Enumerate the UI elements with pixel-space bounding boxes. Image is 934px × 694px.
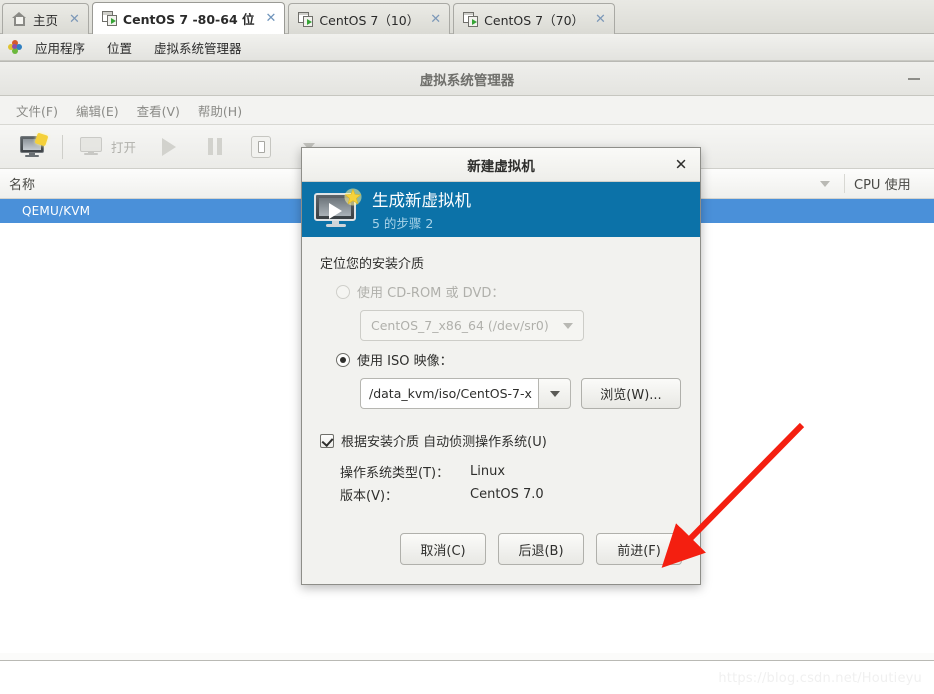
tab-home[interactable]: 主页 ✕ [2,3,89,34]
monitor-icon [80,137,104,156]
menu-help[interactable]: 帮助(H) [190,98,250,123]
applications-icon [8,40,22,54]
cdrom-radio-row[interactable]: 使用 CD-ROM 或 DVD： [320,282,682,301]
iso-radio[interactable] [336,352,350,367]
minimize-icon[interactable] [908,77,920,80]
banner-heading: 生成新虚拟机 [372,191,471,210]
play-icon [162,137,177,156]
vm-icon [298,11,314,27]
os-type-label: 操作系统类型(T)： [340,466,450,481]
pause-icon [208,138,223,155]
window-title: 虚拟系统管理器 [419,72,515,89]
tab-centos7-80-64[interactable]: CentOS 7 -80-64 位 ✕ [91,2,286,34]
shutdown-vm-button[interactable] [238,129,284,165]
iso-path-row: /data_kvm/iso/CentOS-7-x 浏览(W)... [320,378,682,409]
close-icon[interactable]: ✕ [672,157,690,172]
open-vm-button[interactable] [69,129,115,165]
new-vm-dialog: 新建虚拟机 ✕ 生成新虚拟机 5 的步骤 2 定位您的安装介质 使用 CD-RO… [301,147,701,585]
autodetect-checkbox[interactable] [320,433,334,448]
home-icon [12,12,27,26]
cdrom-device-combo[interactable]: CentOS_7_x86_64 (/dev/sr0) [360,310,584,341]
caret-down-icon [563,322,573,329]
new-vm-button[interactable] [10,129,56,165]
vm-icon [463,11,479,27]
shutdown-icon [251,135,272,158]
browser-tab-strip: 主页 ✕ CentOS 7 -80-64 位 ✕ CentOS 7（10） ✕ … [0,0,934,34]
banner-step: 5 的步骤 2 [372,216,434,231]
toolbar-separator [62,134,63,159]
tab-close-icon[interactable]: ✕ [266,12,277,25]
cancel-button[interactable]: 取消(C) [400,533,486,565]
iso-radio-row[interactable]: 使用 ISO 映像： [320,350,682,369]
browse-button[interactable]: 浏览(W)... [581,378,681,409]
new-vm-icon [20,132,49,158]
tab-label: CentOS 7（70） [484,12,585,28]
menu-file[interactable]: 文件(F) [8,98,66,123]
banner-text: 生成新虚拟机 5 的步骤 2 [372,187,471,232]
panel-item-applications[interactable]: 应用程序 [24,38,96,57]
tab-close-icon[interactable]: ✕ [69,13,80,26]
desktop-panel: 应用程序 位置 虚拟系统管理器 [0,34,934,61]
section-label: 定位您的安装介质 [320,257,425,272]
iso-path-input[interactable]: /data_kvm/iso/CentOS-7-x [360,378,538,409]
window-titlebar: 虚拟系统管理器 [0,62,934,96]
screen: 主页 ✕ CentOS 7 -80-64 位 ✕ CentOS 7（10） ✕ … [0,0,934,694]
caret-down-icon[interactable] [820,180,830,187]
iso-radio-label: 使用 ISO 映像： [357,354,453,369]
cdrom-radio[interactable] [336,284,350,299]
os-version-label: 版本(V)： [340,489,399,504]
menu-view[interactable]: 查看(V) [129,98,188,123]
tab-label: CentOS 7 -80-64 位 [122,12,255,27]
watermark: https://blog.csdn.net/Houtieyu [718,671,922,686]
dialog-title: 新建虚拟机 [467,158,535,175]
connection-name: QEMU/KVM [22,204,91,218]
pause-vm-button[interactable] [192,129,238,165]
back-button[interactable]: 后退(B) [498,533,584,565]
iso-history-dropdown[interactable] [538,378,571,409]
tab-close-icon[interactable]: ✕ [430,13,441,26]
cdrom-device-row: CentOS_7_x86_64 (/dev/sr0) [320,310,682,341]
cdrom-device-value: CentOS_7_x86_64 (/dev/sr0) [371,318,549,333]
open-label: 打开 [111,140,137,155]
dialog-footer: 取消(C) 后退(B) 前进(F) [302,526,700,584]
os-version-value: CentOS 7.0 [470,487,544,502]
dialog-banner: 生成新虚拟机 5 的步骤 2 [302,182,700,237]
vm-icon [101,11,117,26]
tab-centos7-10[interactable]: CentOS 7（10） ✕ [288,3,451,34]
tab-label: 主页 [33,12,59,28]
autodetect-row[interactable]: 根据安装介质 自动侦测操作系统(U) [320,431,682,450]
new-vm-large-icon [314,187,362,229]
iso-path-value: /data_kvm/iso/CentOS-7-x [369,386,532,401]
star-icon [344,187,362,206]
tab-label: CentOS 7（10） [319,12,420,28]
tab-centos7-70[interactable]: CentOS 7（70） ✕ [453,3,615,34]
panel-item-places[interactable]: 位置 [96,38,143,57]
run-vm-button[interactable] [146,129,192,165]
panel-item-virt-manager[interactable]: 虚拟系统管理器 [143,38,253,57]
tab-close-icon[interactable]: ✕ [595,13,606,26]
column-header-cpu[interactable]: CPU 使用 [844,174,934,193]
menu-edit[interactable]: 编辑(E) [68,98,127,123]
os-type-value: Linux [470,464,506,479]
caret-down-icon [549,390,560,397]
dialog-titlebar: 新建虚拟机 ✕ [302,148,700,182]
os-type-row: 操作系统类型(T)： Linux [320,462,682,481]
dialog-body: 定位您的安装介质 使用 CD-ROM 或 DVD： CentOS_7_x86_6… [302,237,700,526]
menubar: 文件(F) 编辑(E) 查看(V) 帮助(H) [0,96,934,125]
os-version-row: 版本(V)： CentOS 7.0 [320,485,682,504]
autodetect-label: 根据安装介质 自动侦测操作系统(U) [341,435,547,450]
cdrom-radio-label: 使用 CD-ROM 或 DVD： [357,286,505,301]
forward-button[interactable]: 前进(F) [596,533,682,565]
